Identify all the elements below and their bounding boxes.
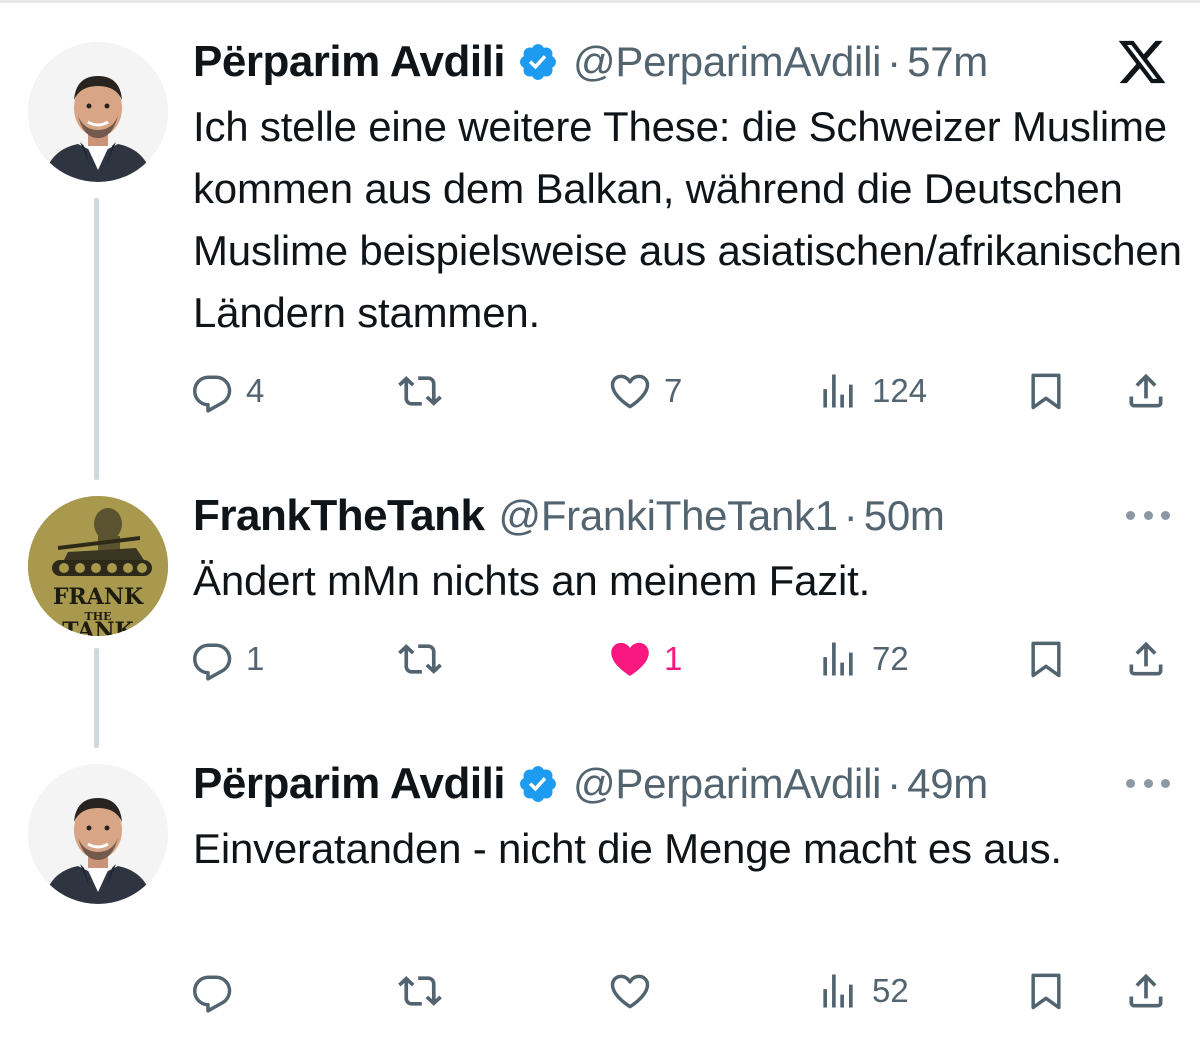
tweet-actions: 4 7 124 xyxy=(0,366,1200,416)
like-button[interactable] xyxy=(608,966,664,1016)
display-name[interactable]: Përparim Avdili xyxy=(193,37,506,87)
reply-button[interactable]: 1 xyxy=(190,634,264,684)
x-logo-icon xyxy=(1114,36,1170,88)
verified-badge-icon xyxy=(517,763,559,805)
timestamp[interactable]: 57m xyxy=(907,38,988,86)
tweet-header: FrankTheTank @FrankiTheTank1 · 50m xyxy=(193,486,945,546)
reply-button[interactable]: 4 xyxy=(190,366,264,416)
reply-icon xyxy=(193,975,232,1013)
bookmark-icon xyxy=(1031,973,1061,1010)
bookmark-button[interactable] xyxy=(1024,634,1068,684)
bookmark-button[interactable] xyxy=(1024,366,1068,416)
more-icon[interactable] xyxy=(1126,508,1170,522)
share-icon xyxy=(1129,641,1163,676)
tweet[interactable]: FRANK THE TANK FrankTheTank @FrankiTheTa… xyxy=(0,486,1200,706)
share-icon xyxy=(1129,973,1163,1008)
share-icon xyxy=(1129,373,1163,408)
avatar[interactable] xyxy=(28,42,168,182)
views-button[interactable]: 72 xyxy=(816,634,909,684)
like-count: 1 xyxy=(664,640,683,677)
separator: · xyxy=(843,492,858,539)
share-button[interactable] xyxy=(1124,366,1168,416)
display-name[interactable]: Përparim Avdili xyxy=(193,759,506,809)
verified-badge-icon xyxy=(517,41,559,83)
like-icon-filled xyxy=(611,642,649,676)
repost-icon xyxy=(398,644,442,674)
repost-icon xyxy=(398,976,442,1006)
like-button[interactable]: 1 xyxy=(608,634,682,684)
repost-button[interactable] xyxy=(398,634,454,684)
bookmark-icon xyxy=(1031,373,1061,410)
views-button[interactable]: 124 xyxy=(816,366,927,416)
timestamp[interactable]: 50m xyxy=(864,492,945,540)
views-icon xyxy=(823,374,853,408)
tweet-header: Përparim Avdili @PerparimAvdili · 57m xyxy=(193,32,988,92)
bookmark-button[interactable] xyxy=(1024,966,1068,1016)
share-button[interactable] xyxy=(1124,966,1168,1016)
views-count: 52 xyxy=(872,972,909,1009)
tweet[interactable]: Përparim Avdili @PerparimAvdili · 57m Ic… xyxy=(0,32,1200,432)
like-icon xyxy=(610,974,650,1009)
separator: · xyxy=(887,38,902,85)
avatar-photo xyxy=(28,42,168,182)
repost-icon xyxy=(398,376,442,406)
bookmark-icon xyxy=(1031,641,1061,678)
tweet-text: Ich stelle eine weitere These: die Schwe… xyxy=(193,103,1182,336)
repost-button[interactable] xyxy=(398,966,454,1016)
handle[interactable]: @PerparimAvdili xyxy=(573,38,881,86)
avatar-frank-the-tank: FRANK THE TANK xyxy=(28,496,168,636)
views-count: 124 xyxy=(872,372,928,409)
reply-button[interactable] xyxy=(190,966,246,1016)
more-icon[interactable] xyxy=(1126,776,1170,790)
tweet-actions: 52 xyxy=(0,966,1200,1016)
like-button[interactable]: 7 xyxy=(608,366,682,416)
views-icon xyxy=(823,974,853,1008)
like-count: 7 xyxy=(664,372,683,409)
repost-button[interactable] xyxy=(398,366,454,416)
separator: · xyxy=(887,760,902,807)
views-icon xyxy=(823,642,853,676)
tweet-actions: 1 1 72 xyxy=(0,634,1200,684)
display-name[interactable]: FrankTheTank xyxy=(193,491,485,541)
reply-icon xyxy=(193,375,232,413)
views-count: 72 xyxy=(872,640,909,677)
tweet-header: Përparim Avdili @PerparimAvdili · 49m xyxy=(193,754,988,814)
handle[interactable]: @FrankiTheTank1 xyxy=(498,492,838,540)
tweet-text: Einveratanden - nicht die Menge macht es… xyxy=(193,825,1062,872)
timestamp[interactable]: 49m xyxy=(907,760,988,808)
tweet[interactable]: Përparim Avdili @PerparimAvdili · 49m Ei… xyxy=(0,754,1200,1034)
avatar-photo xyxy=(28,764,168,904)
avatar[interactable]: FRANK THE TANK xyxy=(28,496,168,636)
reply-count: 4 xyxy=(246,372,265,409)
svg-text:FRANK: FRANK xyxy=(53,584,144,610)
reply-icon xyxy=(193,643,232,681)
reply-count: 1 xyxy=(246,640,265,677)
views-button[interactable]: 52 xyxy=(816,966,909,1016)
tweet-text: Ändert mMn nichts an meinem Fazit. xyxy=(193,557,871,604)
like-icon xyxy=(610,374,650,409)
handle[interactable]: @PerparimAvdili xyxy=(573,760,881,808)
avatar[interactable] xyxy=(28,764,168,904)
share-button[interactable] xyxy=(1124,634,1168,684)
top-border xyxy=(0,0,1200,3)
